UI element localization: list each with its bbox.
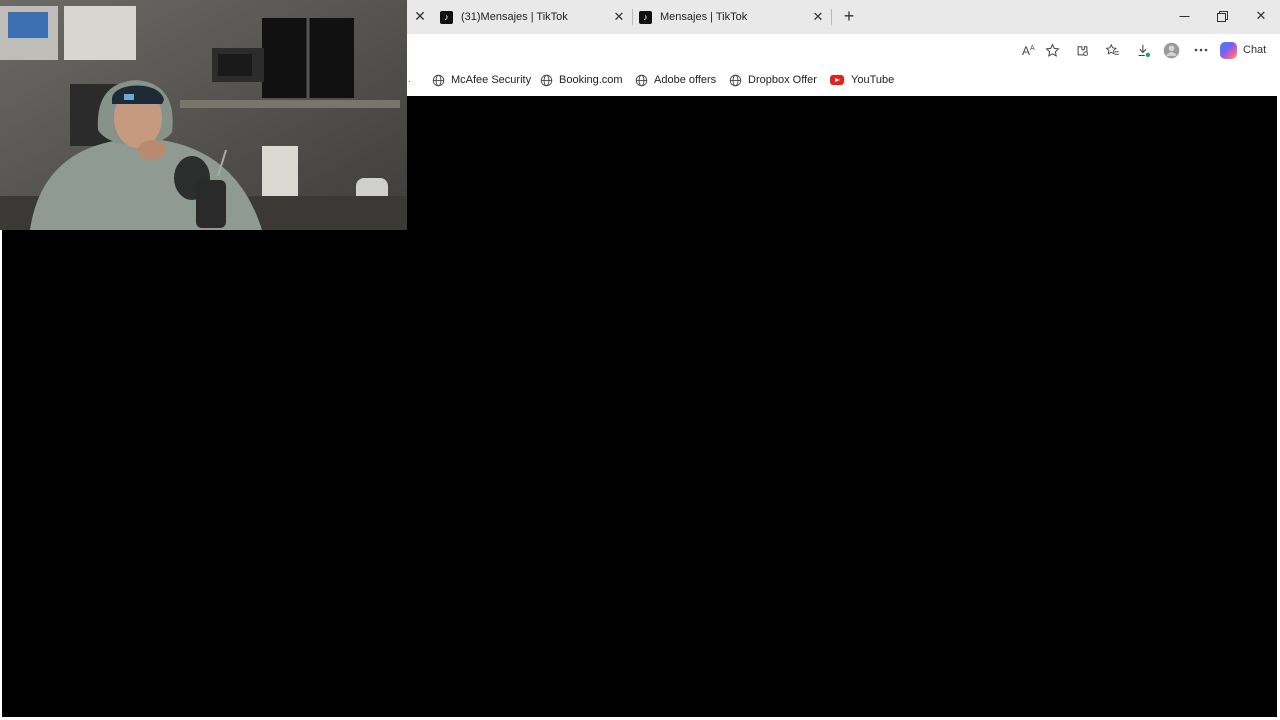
minimize-button[interactable] [1169, 4, 1199, 28]
extensions-icon[interactable] [1071, 40, 1093, 60]
globe-icon [729, 74, 742, 86]
more-options-icon[interactable] [1190, 40, 1212, 60]
globe-icon [635, 74, 648, 86]
favorites-collection-icon[interactable] [1101, 40, 1123, 60]
favorite-adobe-offers[interactable]: Adobe offers [635, 72, 716, 88]
address-bar[interactable] [407, 37, 1067, 63]
read-aloud-icon[interactable]: AA [1018, 40, 1040, 60]
close-tab-icon[interactable]: ✕ [610, 8, 628, 26]
downloads-icon[interactable] [1132, 40, 1154, 60]
svg-text:A: A [1022, 44, 1030, 56]
favorite-dropbox-offer[interactable]: Dropbox Offer [729, 72, 817, 88]
new-tab-button[interactable]: + [838, 5, 860, 27]
tab-label: Mensajes | TikTok [660, 11, 748, 23]
favorite-label: Dropbox Offer [748, 74, 817, 86]
favorite-booking[interactable]: Booking.com [540, 72, 623, 88]
profile-avatar-icon[interactable] [1160, 40, 1182, 60]
favorites-overflow-indicator: . [408, 74, 411, 85]
youtube-icon [830, 75, 844, 85]
restore-button[interactable] [1207, 4, 1237, 28]
webcam-feed-image [0, 0, 407, 230]
tab-tiktok-messages[interactable]: ♪ Mensajes | TikTok ✕ [634, 4, 829, 30]
chat-label: Chat [1243, 44, 1267, 56]
favorite-mcafee-security[interactable]: McAfee Security [432, 72, 531, 88]
copilot-icon [1220, 41, 1237, 59]
favorite-label: McAfee Security [451, 74, 532, 86]
tiktok-icon: ♪ [639, 10, 652, 24]
close-window-button[interactable]: ✕ [1246, 4, 1276, 28]
favorite-youtube[interactable]: YouTube [830, 72, 894, 88]
close-tab-icon[interactable]: ✕ [410, 6, 430, 26]
close-tab-icon[interactable]: ✕ [809, 8, 827, 26]
tab-tiktok-messages-31[interactable]: ♪ (31)Mensajes | TikTok ✕ [435, 4, 630, 30]
tab-separator [831, 9, 832, 25]
favorite-label: Adobe offers [654, 74, 717, 86]
globe-icon [432, 74, 445, 86]
copilot-chat-button[interactable]: Chat [1220, 39, 1266, 61]
favorite-label: YouTube [851, 74, 895, 86]
tab-separator [632, 9, 633, 25]
favorite-star-icon[interactable] [1041, 40, 1063, 60]
webcam-overlay [0, 0, 407, 230]
globe-icon [540, 74, 553, 86]
tab-label: (31)Mensajes | TikTok [461, 11, 568, 23]
tiktok-icon: ♪ [440, 10, 453, 24]
svg-text:A: A [1030, 45, 1035, 52]
favorite-label: Booking.com [559, 74, 623, 86]
